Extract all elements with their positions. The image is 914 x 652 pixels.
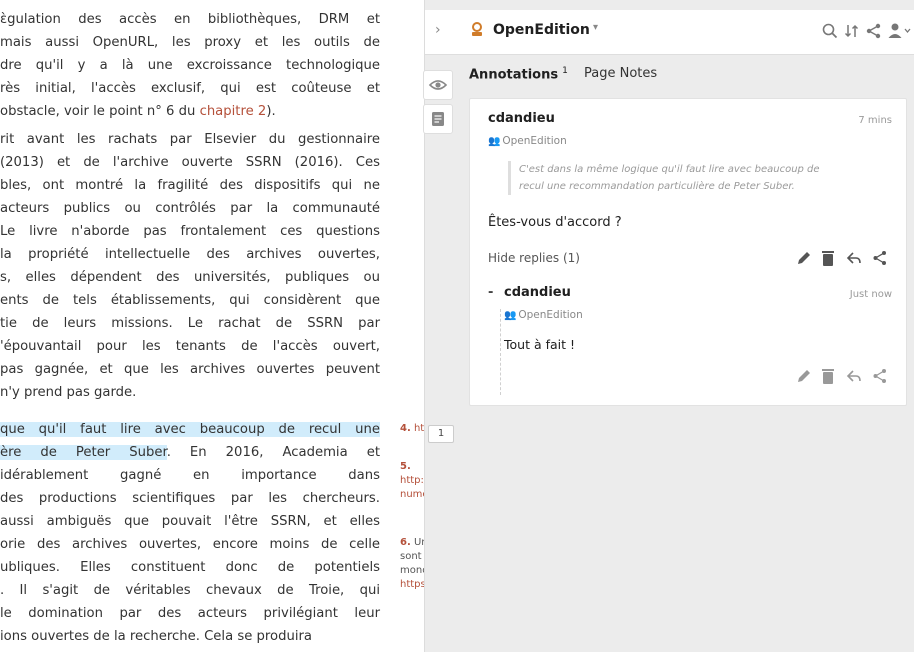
- text-line: Le livre n'aborde pas frontalement ces q…: [0, 224, 380, 239]
- delete-icon[interactable]: [820, 249, 836, 267]
- footnotes-column: 4. http:/ 5. http://bit numeriqu 6. Un m…: [398, 420, 424, 652]
- text-line: acteurs publics ou contrôlés par la comm…: [0, 201, 380, 216]
- footnote-6: 6. Un mi sont abo monde p https://g: [400, 537, 424, 590]
- share-icon[interactable]: [865, 22, 883, 40]
- text-line: tie de leurs missions. Le rachat de SSRN…: [0, 316, 380, 331]
- text-line: la propriété intellectuelle des archives…: [0, 247, 380, 262]
- tab-annotations[interactable]: Annotations 1: [469, 66, 568, 82]
- text-line: 'épouvantail pour les tenants de l'accès…: [0, 339, 380, 354]
- reply-icon[interactable]: [846, 367, 862, 385]
- edit-icon[interactable]: [796, 249, 812, 267]
- text-line: ubliques. Elles constituent donc de pote…: [0, 560, 380, 575]
- group-selector[interactable]: OpenEdition: [493, 22, 590, 38]
- collapse-sidebar-button[interactable]: ›: [435, 22, 441, 38]
- group-logo-icon: [472, 22, 482, 36]
- footnote-4: 4. http:/: [400, 423, 424, 434]
- text-line: ents de tels établissements, qui considè…: [0, 293, 380, 308]
- text-line: . Il s'agit de véritables chevaux de Tro…: [0, 583, 380, 598]
- annotation-count-badge[interactable]: 1: [428, 425, 454, 443]
- chapter-link[interactable]: chapitre 2: [200, 104, 267, 119]
- reply-username[interactable]: cdandieu: [504, 285, 571, 300]
- text-line: rès initial, l'accès exclusif, qui est c…: [0, 81, 380, 96]
- reply-body: Tout à fait !: [504, 337, 576, 352]
- text-line: idérablement gagné en importance dans: [0, 468, 380, 483]
- text-line: ère de Peter Suber. En 2016, Academia et: [0, 445, 380, 460]
- annotation-highlight[interactable]: que qu'il faut lire avec beaucoup de rec…: [0, 422, 380, 437]
- search-icon[interactable]: [821, 22, 839, 40]
- text-line: orie des archives ouvertes, encore moins…: [0, 537, 380, 552]
- collapse-reply-button[interactable]: -: [488, 285, 493, 300]
- eye-icon: [428, 80, 448, 90]
- annotation-quote: C'est dans la même logique qu'il faut li…: [508, 161, 879, 195]
- text-line: (2013) et de l'archive ouverte SSRN (201…: [0, 155, 380, 170]
- annotation-username[interactable]: cdandieu: [488, 111, 555, 126]
- share-icon[interactable]: [872, 249, 888, 267]
- text-line: des productions scientifiques par les ch…: [0, 491, 380, 506]
- reply-timestamp[interactable]: Just now: [850, 289, 892, 300]
- reply-thread-line: [500, 309, 503, 395]
- text-line: le domination par des acteurs privilégia…: [0, 606, 380, 621]
- tab-page-notes[interactable]: Page Notes: [584, 66, 657, 81]
- annotation-timestamp[interactable]: 7 mins: [858, 115, 892, 126]
- text-line: s, elles dépendent des universités, publ…: [0, 270, 380, 285]
- text-line: que qu'il faut lire avec beaucoup de rec…: [0, 418, 380, 441]
- text-line: bles, ont montré la fragilité des dispos…: [0, 178, 380, 193]
- paragraph-1: ɛ̀gulation des accès en bibliothèques, D…: [0, 8, 380, 123]
- group-icon: 👥: [504, 310, 517, 321]
- text-line: n'y prend pas garde.: [0, 385, 137, 400]
- paragraph-2: rit avant les rachats par Elsevier du ge…: [0, 128, 380, 404]
- text-line: dre qu'il y a là une excroissance techno…: [0, 58, 380, 73]
- book-text-area: ɛ̀gulation des accès en bibliothèques, D…: [0, 0, 400, 652]
- annotation-body: Êtes-vous d'accord ?: [488, 215, 622, 230]
- sidebar-top-bar: › OpenEdition ▾: [425, 10, 914, 55]
- text-line: aussi ambiguës que pouvait l'être SSRN, …: [0, 514, 380, 529]
- annotation-highlight[interactable]: ère de Peter Suber: [0, 445, 167, 460]
- hide-replies-link[interactable]: Hide replies (1): [488, 251, 580, 265]
- text-line: obstacle, voir le point n° 6 du chapitre…: [0, 104, 276, 119]
- edit-icon[interactable]: [796, 367, 812, 385]
- show-highlights-button[interactable]: [423, 70, 453, 100]
- annotation-actions: [796, 249, 896, 267]
- text-line: pas gagnée, et que les archives ouvertes…: [0, 362, 380, 377]
- text-line: ɛ̀gulation des accès en bibliothèques, D…: [0, 12, 380, 27]
- new-page-note-button[interactable]: [423, 104, 453, 134]
- user-icon[interactable]: [887, 22, 911, 40]
- annotation-card[interactable]: cdandieu 7 mins 👥 OpenEdition C'est dans…: [469, 98, 907, 406]
- sort-icon[interactable]: [843, 22, 861, 40]
- footnote-5: 5. http://bit numeriqu: [400, 461, 424, 500]
- annotation-sidebar: › OpenEdition ▾ Annotations 1 Page Notes…: [423, 0, 914, 652]
- group-icon: 👥: [488, 136, 501, 147]
- annotation-group[interactable]: 👥 OpenEdition: [488, 135, 567, 147]
- text-line: ions ouvertes de la recherche. Cela se p…: [0, 629, 312, 644]
- chevron-down-icon[interactable]: ▾: [593, 22, 598, 33]
- share-icon[interactable]: [872, 367, 888, 385]
- text-line: rit avant les rachats par Elsevier du ge…: [0, 132, 380, 147]
- paragraph-3: que qu'il faut lire avec beaucoup de rec…: [0, 418, 380, 648]
- reply-actions: [796, 367, 896, 385]
- text-line: mais aussi OpenURL, les proxy et les out…: [0, 35, 380, 50]
- reply-icon[interactable]: [846, 249, 862, 267]
- delete-icon[interactable]: [820, 367, 836, 385]
- note-icon: [432, 112, 444, 126]
- annotations-count: 1: [562, 66, 568, 76]
- reply-group[interactable]: 👥 OpenEdition: [504, 309, 583, 321]
